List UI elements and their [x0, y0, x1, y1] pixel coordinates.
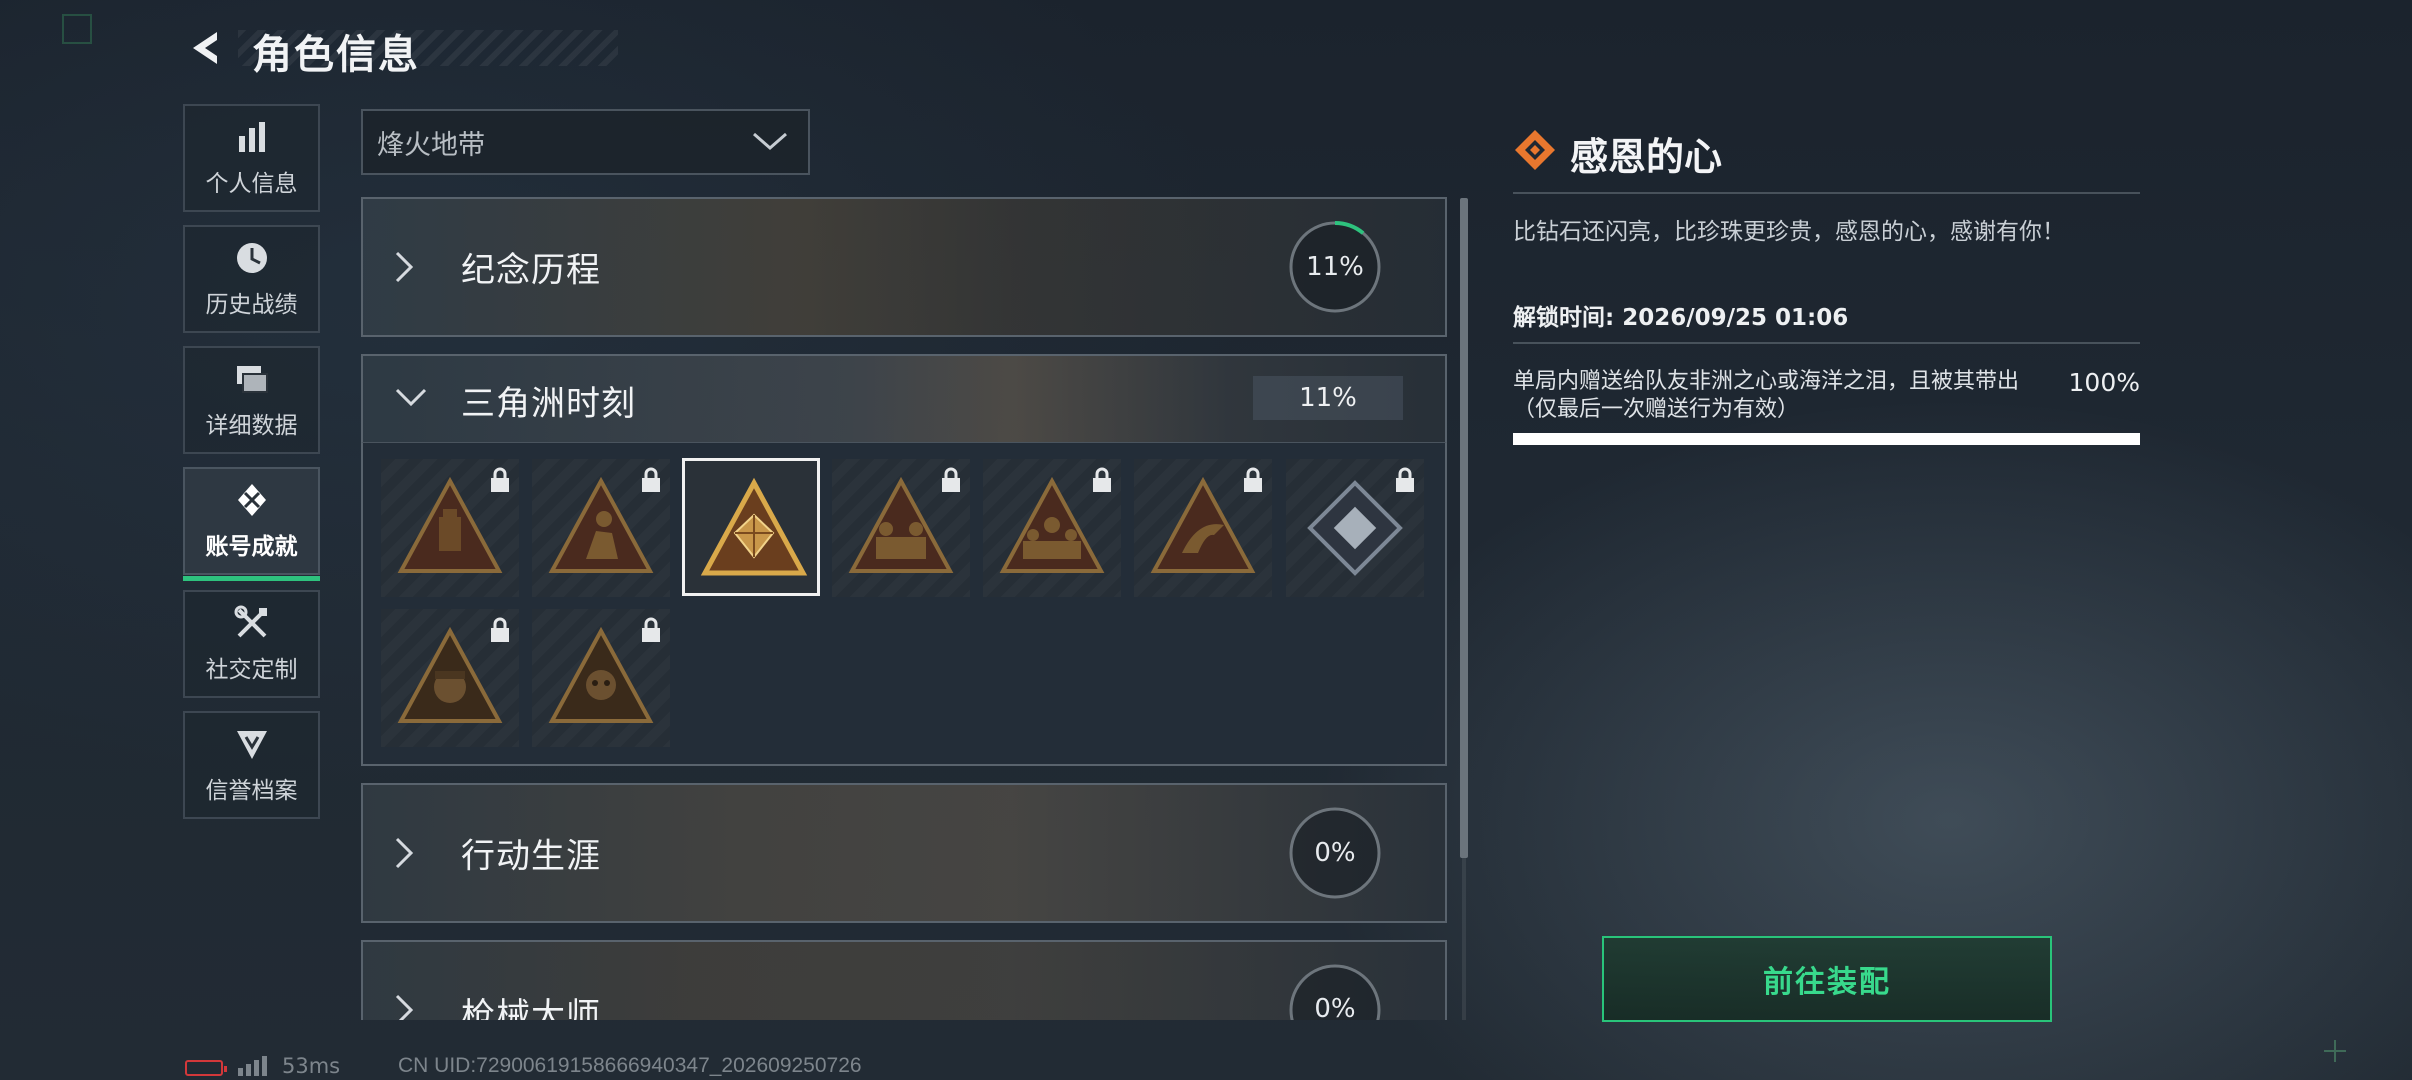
badge-item-selected[interactable] — [682, 458, 820, 596]
lock-icon — [491, 617, 509, 642]
category-name: 行动生涯 — [461, 836, 601, 877]
lock-icon — [642, 467, 660, 492]
badge-item[interactable] — [532, 609, 670, 747]
category-progress: 11% — [1299, 383, 1357, 413]
sidebar-item-reputation[interactable]: 信誉档案 — [183, 711, 320, 819]
mode-dropdown-value: 烽火地带 — [377, 129, 485, 161]
clock-icon — [236, 243, 267, 273]
bar-chart-icon — [238, 122, 265, 152]
signal-icon — [238, 1056, 267, 1076]
shield-icon — [236, 731, 267, 759]
sidebar-item-label: 详细数据 — [205, 413, 298, 439]
achievement-condition: 单局内赠送给队友非洲之心或海洋之泪，且被其带出（仅最后一次赠送行为有效） — [1513, 369, 2020, 422]
page-title: 角色信息 — [252, 32, 420, 78]
list-scrollbar-thumb[interactable] — [1460, 198, 1468, 858]
badge-item[interactable] — [381, 609, 519, 747]
achievement-diamond-icon — [1515, 130, 1555, 170]
chevron-right-icon — [395, 994, 414, 1020]
condition-progress-fill — [1513, 433, 2140, 445]
category-row-delta-moments[interactable]: 三角洲时刻 11% — [361, 354, 1447, 442]
badge-item[interactable] — [1286, 459, 1424, 597]
ping-value: 53ms — [282, 1054, 341, 1078]
folders-icon — [236, 366, 268, 393]
lock-icon — [491, 467, 509, 492]
achievement-description: 比钻石还闪亮，比珍珠更珍贵，感恩的心，感谢有你！ — [1513, 219, 2065, 245]
lock-icon — [1244, 467, 1262, 492]
sidebar-item-personal-info[interactable]: 个人信息 — [183, 104, 320, 212]
category-name: 枪械大师 — [461, 996, 601, 1020]
sidebar-item-label: 信誉档案 — [205, 778, 298, 804]
badge-item[interactable] — [1134, 459, 1272, 597]
category-name: 三角洲时刻 — [461, 384, 636, 424]
chevron-right-icon — [395, 837, 414, 869]
lock-icon — [1093, 467, 1111, 492]
category-row-weapon-master[interactable]: 枪械大师 0% — [361, 940, 1447, 1020]
sidebar-item-achievements[interactable]: 账号成就 — [183, 467, 320, 581]
category-row-memorial[interactable]: 纪念历程 11% — [361, 197, 1447, 337]
sidebar-item-social-custom[interactable]: 社交定制 — [183, 590, 320, 698]
achievement-icon — [237, 484, 266, 516]
heart-gem-emblem-icon — [700, 477, 808, 576]
crosshair-mark-icon — [2324, 1040, 2346, 1062]
chevron-right-icon — [395, 251, 414, 283]
go-equip-label: 前往装配 — [1763, 965, 1891, 1000]
user-uid: CN UID:72900619158666940347_202609250726 — [398, 1054, 862, 1077]
sidebar-item-match-history[interactable]: 历史战绩 — [183, 225, 320, 333]
corner-frame-mark — [62, 14, 92, 44]
divider — [1513, 192, 2140, 194]
sidebar-item-label: 历史战绩 — [205, 292, 298, 318]
badge-item[interactable] — [532, 459, 670, 597]
sidebar-item-label: 账号成就 — [205, 534, 298, 560]
battery-icon — [185, 1060, 227, 1076]
divider — [1513, 342, 2140, 344]
unlock-time: 解锁时间: 2026/09/25 01:06 — [1513, 305, 1849, 331]
lock-icon — [942, 467, 960, 492]
sidebar-item-label: 社交定制 — [205, 657, 298, 683]
tools-icon — [234, 605, 267, 638]
mode-dropdown[interactable]: 烽火地带 — [361, 109, 810, 175]
category-progress-pill: 11% — [1253, 376, 1403, 420]
badge-item[interactable] — [983, 459, 1121, 597]
category-progress: 11% — [1306, 252, 1364, 282]
back-button[interactable] — [183, 24, 231, 72]
sidebar-item-label: 个人信息 — [205, 171, 298, 197]
sidebar-item-detailed-data[interactable]: 详细数据 — [183, 346, 320, 454]
category-progress: 0% — [1314, 838, 1356, 868]
chevron-down-icon — [753, 132, 787, 150]
badge-item[interactable] — [832, 459, 970, 597]
achievement-title: 感恩的心 — [1570, 135, 1723, 179]
condition-progress: 100% — [2068, 368, 2140, 397]
back-arrow-icon — [193, 32, 217, 64]
badge-item[interactable] — [381, 459, 519, 597]
lock-icon — [1396, 467, 1414, 492]
category-progress: 0% — [1314, 994, 1356, 1020]
category-name: 纪念历程 — [461, 250, 601, 291]
lock-icon — [642, 617, 660, 642]
chevron-down-icon — [395, 388, 427, 407]
condition-progress-bar — [1513, 433, 2140, 445]
go-equip-button[interactable]: 前往装配 — [1602, 936, 2052, 1022]
category-row-operation-career[interactable]: 行动生涯 0% — [361, 783, 1447, 923]
